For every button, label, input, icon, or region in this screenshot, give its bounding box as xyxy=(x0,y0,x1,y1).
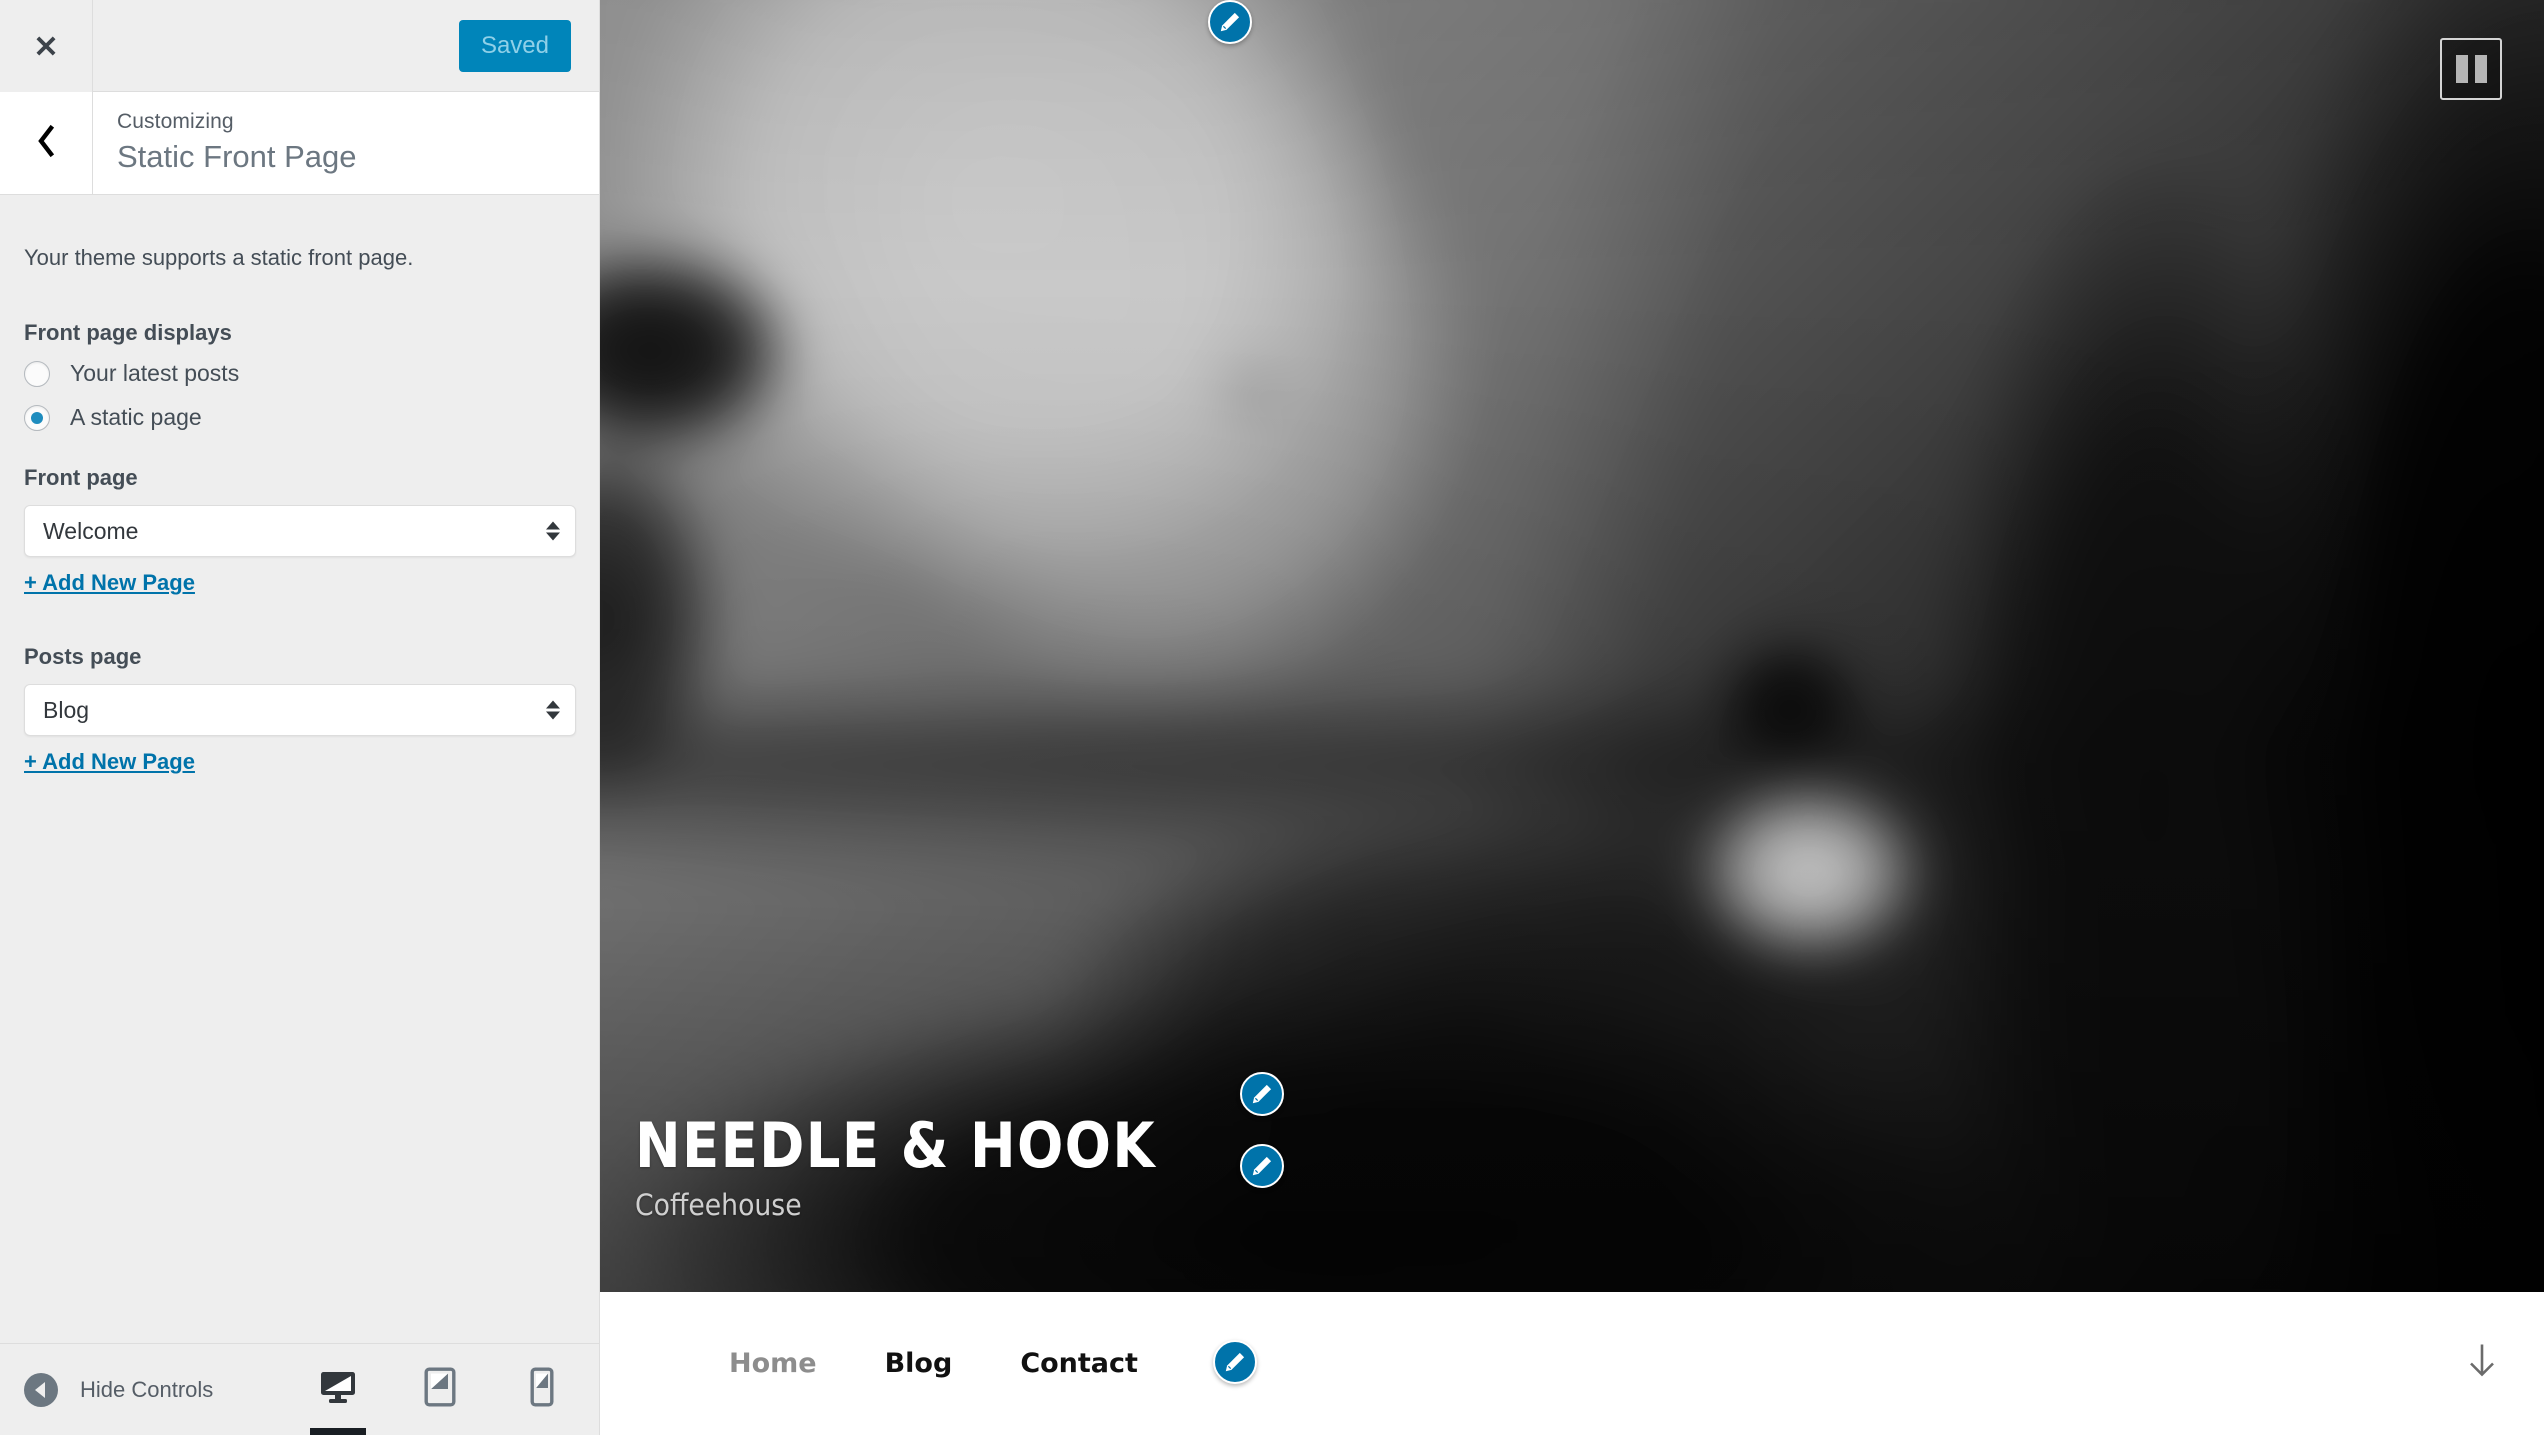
site-title: NEEDLE & HOOK xyxy=(635,1108,1156,1182)
hero-header: NEEDLE & HOOK Coffeehouse xyxy=(600,0,2544,1292)
front-page-select-value: Welcome xyxy=(43,517,139,544)
radio-indicator xyxy=(24,360,50,387)
customizer-controls: Your theme supports a static front page.… xyxy=(0,195,599,1343)
site-preview[interactable]: NEEDLE & HOOK Coffeehouse Home Blog Cont… xyxy=(600,0,2544,1435)
nav-items: Home Blog Contact xyxy=(695,1348,1172,1379)
back-button[interactable] xyxy=(0,92,93,194)
tablet-icon xyxy=(424,1367,456,1412)
front-page-control: Front page Welcome + Add New Page xyxy=(24,465,576,600)
front-page-displays-control: Front page displays Your latest posts A … xyxy=(24,320,575,431)
radio-label: A static page xyxy=(70,404,202,430)
add-new-front-page-link[interactable]: + Add New Page xyxy=(24,570,195,596)
site-branding: NEEDLE & HOOK Coffeehouse xyxy=(635,1113,1227,1222)
page-title: Static Front Page xyxy=(117,138,357,174)
posts-page-label: Posts page xyxy=(24,644,142,669)
pencil-icon xyxy=(1250,1154,1274,1178)
radio-indicator-selected xyxy=(24,404,50,431)
posts-page-control: Posts page Blog + Add New Page xyxy=(24,644,576,779)
customizer-app: Saved Customizing Static Front Page Your… xyxy=(0,0,2544,1435)
add-new-posts-page-link[interactable]: + Add New Page xyxy=(24,749,195,775)
hide-controls-label: Hide Controls xyxy=(80,1376,214,1402)
pause-icon-bar-right xyxy=(2474,55,2487,83)
front-page-displays-label: Front page displays xyxy=(24,320,232,345)
front-page-select[interactable]: Welcome xyxy=(24,505,576,557)
nav-link-home[interactable]: Home xyxy=(695,1348,851,1379)
customizer-footer: Hide Controls xyxy=(0,1343,599,1435)
device-button-mobile[interactable] xyxy=(509,1344,575,1435)
collapse-left-icon xyxy=(24,1372,58,1407)
site-navigation: Home Blog Contact xyxy=(600,1292,2544,1435)
radio-a-static-page[interactable]: A static page xyxy=(24,404,575,431)
close-icon xyxy=(31,31,61,61)
front-page-label: Front page xyxy=(24,465,138,490)
arrow-down-icon[interactable] xyxy=(2465,1340,2499,1387)
radio-label: Your latest posts xyxy=(70,360,240,386)
device-preview-buttons xyxy=(305,1344,575,1435)
chevron-left-icon xyxy=(33,124,59,163)
panel-titles: Customizing Static Front Page xyxy=(93,92,357,194)
save-button[interactable]: Saved xyxy=(458,19,571,72)
theme-support-notice: Your theme supports a static front page. xyxy=(24,245,414,270)
hide-controls-button[interactable]: Hide Controls xyxy=(24,1372,214,1407)
pause-icon-bar-left xyxy=(2455,55,2468,83)
panel-title-row: Customizing Static Front Page xyxy=(0,92,599,195)
edit-shortcut-site-title[interactable] xyxy=(1240,1072,1284,1116)
pencil-icon xyxy=(1218,10,1242,34)
posts-page-select-value: Blog xyxy=(43,696,90,723)
customizer-header-bar: Saved xyxy=(0,0,599,92)
posts-page-select-wrap: Blog xyxy=(24,684,576,736)
close-customizer-button[interactable] xyxy=(0,0,93,92)
edit-shortcut-site-tagline[interactable] xyxy=(1240,1144,1284,1188)
nav-link-contact[interactable]: Contact xyxy=(986,1348,1172,1379)
front-page-select-wrap: Welcome xyxy=(24,505,576,557)
hero-overlay xyxy=(600,0,2544,1292)
pencil-icon xyxy=(1250,1082,1274,1106)
device-button-tablet[interactable] xyxy=(407,1344,473,1435)
nav-link-blog[interactable]: Blog xyxy=(851,1348,987,1379)
device-button-desktop[interactable] xyxy=(305,1344,371,1435)
edit-shortcut-navigation[interactable] xyxy=(1213,1340,1257,1384)
site-tagline: Coffeehouse xyxy=(635,1188,802,1222)
pause-slideshow-button[interactable] xyxy=(2440,38,2502,100)
pencil-icon xyxy=(1223,1350,1247,1374)
mobile-icon xyxy=(530,1367,554,1412)
posts-page-select[interactable]: Blog xyxy=(24,684,576,736)
desktop-icon xyxy=(318,1369,358,1410)
customizer-sidebar: Saved Customizing Static Front Page Your… xyxy=(0,0,600,1435)
edit-shortcut-header-image[interactable] xyxy=(1208,0,1252,44)
radio-your-latest-posts[interactable]: Your latest posts xyxy=(24,360,575,387)
panel-pretitle: Customizing xyxy=(117,109,234,133)
